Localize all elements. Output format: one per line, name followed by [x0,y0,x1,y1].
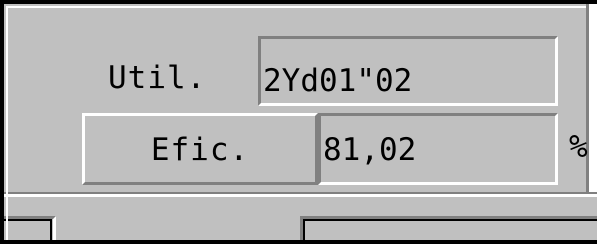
lower-right-panel [300,216,597,240]
lower-left-panel [4,216,56,240]
efic-button[interactable]: Efic. [82,113,318,185]
form-panel: Util. 2Yd01"02 Efic. 81,02 % [0,0,597,244]
util-label: Util. [108,60,207,96]
util-field[interactable]: 2Yd01"02 [258,36,558,106]
panel-edge-highlight [589,4,597,192]
efic-unit-label: % [569,129,588,165]
efic-field[interactable]: 81,02 [318,113,558,185]
